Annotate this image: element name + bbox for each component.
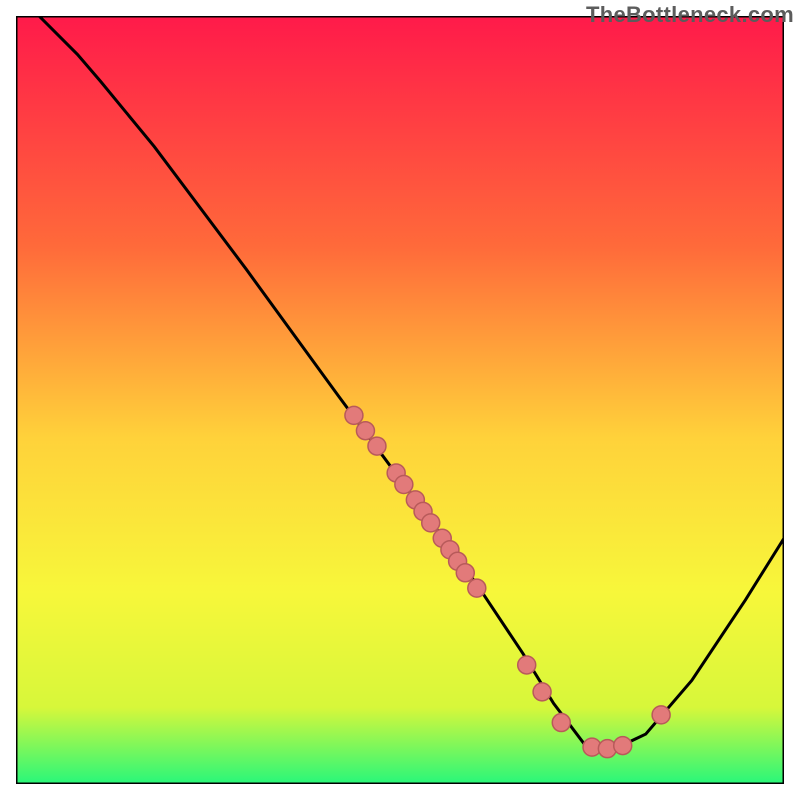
data-marker [614, 737, 632, 755]
plot-frame [16, 16, 784, 784]
data-marker [552, 714, 570, 732]
data-marker [345, 406, 363, 424]
data-marker [456, 564, 474, 582]
watermark-text: TheBottleneck.com [586, 2, 794, 28]
gradient-background [16, 16, 784, 784]
data-marker [356, 422, 374, 440]
chart-stage: TheBottleneck.com [0, 0, 800, 800]
data-marker [395, 475, 413, 493]
data-marker [368, 437, 386, 455]
plot-svg [16, 16, 784, 784]
data-marker [422, 514, 440, 532]
data-marker [533, 683, 551, 701]
data-marker [652, 706, 670, 724]
data-marker [518, 656, 536, 674]
data-marker [468, 579, 486, 597]
